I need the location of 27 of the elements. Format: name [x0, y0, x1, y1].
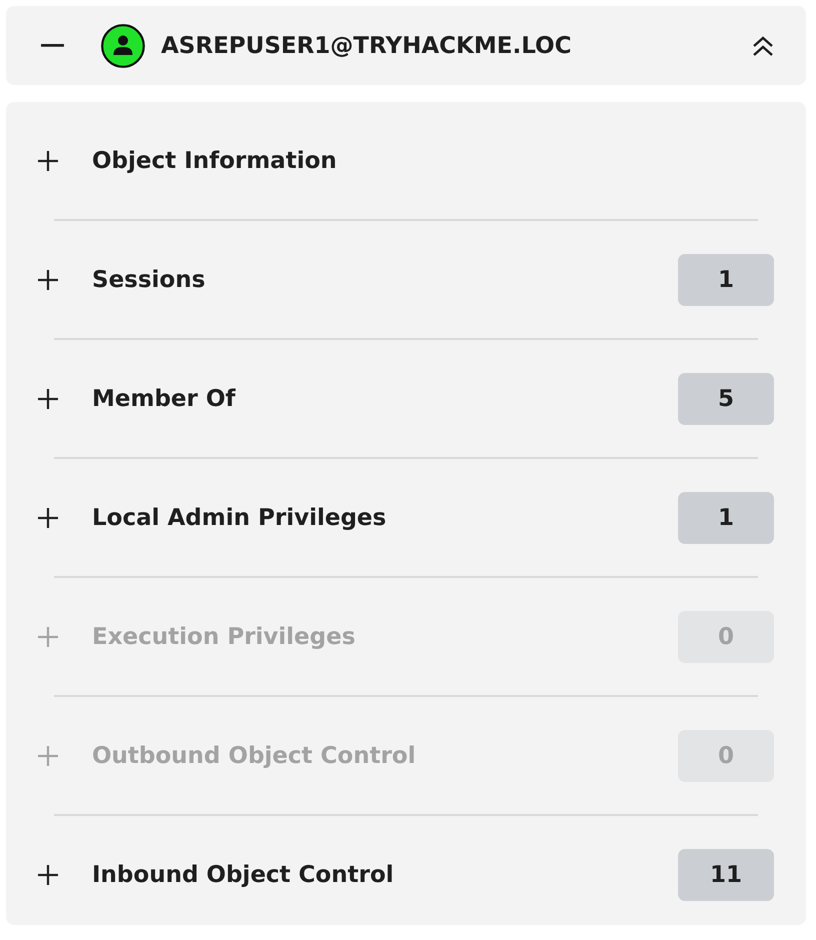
plus-icon [38, 150, 58, 170]
minus-icon [40, 44, 64, 47]
plus-icon [38, 270, 58, 290]
expand-toggle-button[interactable] [36, 268, 60, 292]
plus-icon [38, 508, 58, 528]
plus-icon [38, 864, 58, 884]
expand-toggle-button[interactable] [36, 506, 60, 530]
plus-icon [38, 746, 58, 766]
user-avatar-icon [101, 24, 145, 68]
node-title: ASREPUSER1@TRYHACKME.LOC [161, 32, 572, 58]
section-label[interactable]: Inbound Object Control [92, 862, 678, 888]
section-label[interactable]: Local Admin Privileges [92, 504, 678, 530]
count-badge: 0 [678, 610, 774, 662]
expand-toggle-button[interactable] [36, 862, 60, 886]
section-label[interactable]: Member Of [92, 386, 678, 412]
count-badge: 5 [678, 372, 774, 424]
count-badge: 0 [678, 730, 774, 782]
section-label[interactable]: Object Information [92, 148, 774, 174]
count-badge: 11 [678, 848, 774, 900]
count-badge: 1 [678, 492, 774, 544]
plus-icon [38, 388, 58, 408]
count-badge: 1 [678, 254, 774, 306]
plus-icon [38, 626, 58, 646]
expand-toggle-button[interactable] [36, 386, 60, 410]
double-chevron-up-icon [752, 36, 774, 56]
expand-toggle-button[interactable] [36, 148, 60, 172]
section-label[interactable]: Sessions [92, 266, 678, 292]
